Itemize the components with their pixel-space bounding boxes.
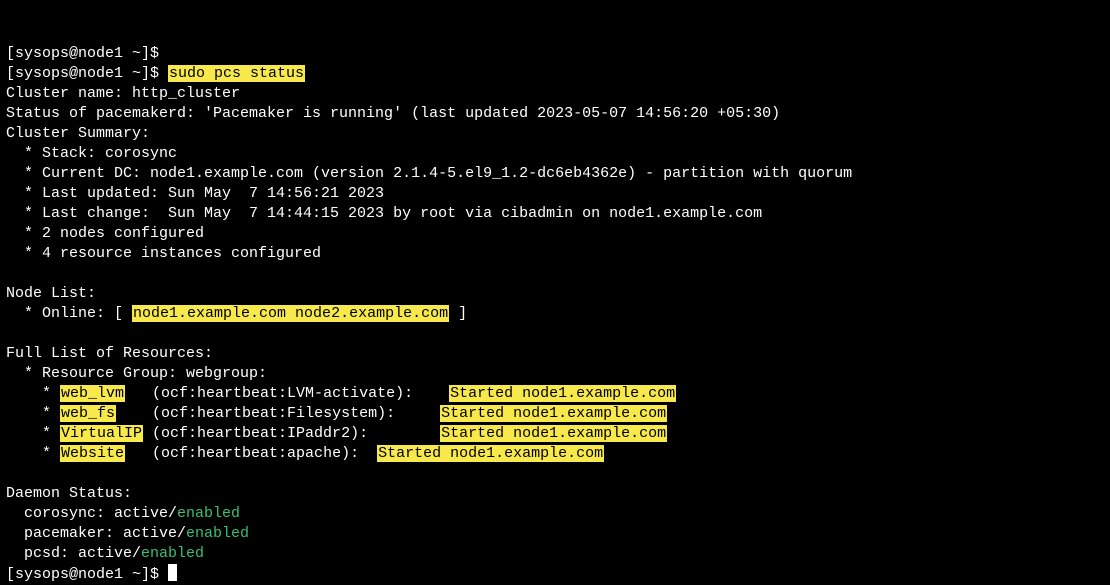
res4-status: Started node1.example.com	[377, 445, 604, 462]
resource-group-line: * Resource Group: webgroup:	[6, 365, 267, 382]
daemon-corosync-status: enabled	[177, 505, 240, 522]
online-prefix: * Online: [	[6, 305, 132, 322]
res4-name: Website	[60, 445, 125, 462]
daemon-pcsd-pre: pcsd: active/	[6, 545, 141, 562]
daemon-status-header: Daemon Status:	[6, 485, 132, 502]
online-suffix: ]	[449, 305, 467, 322]
prompt-line-1: [sysops@node1 ~]$	[6, 45, 159, 62]
res2-name: web_fs	[60, 405, 116, 422]
res2-mid: (ocf:heartbeat:Filesystem):	[116, 405, 440, 422]
prompt-line-2: [sysops@node1 ~]$	[6, 65, 168, 82]
res3-pre: *	[6, 425, 60, 442]
daemon-pacemaker-pre: pacemaker: active/	[6, 525, 186, 542]
nodes-configured-line: * 2 nodes configured	[6, 225, 204, 242]
res1-status: Started node1.example.com	[449, 385, 676, 402]
stack-line: * Stack: corosync	[6, 145, 177, 162]
res1-pre: *	[6, 385, 60, 402]
res2-status: Started node1.example.com	[440, 405, 667, 422]
resources-header: Full List of Resources:	[6, 345, 213, 362]
resources-configured-line: * 4 resource instances configured	[6, 245, 321, 262]
cluster-summary-header: Cluster Summary:	[6, 125, 150, 142]
daemon-pacemaker-status: enabled	[186, 525, 249, 542]
cursor[interactable]	[168, 564, 177, 581]
last-updated-line: * Last updated: Sun May 7 14:56:21 2023	[6, 185, 384, 202]
cluster-name-line: Cluster name: http_cluster	[6, 85, 240, 102]
res1-mid: (ocf:heartbeat:LVM-activate):	[125, 385, 449, 402]
res3-status: Started node1.example.com	[440, 425, 667, 442]
daemon-pcsd-status: enabled	[141, 545, 204, 562]
res1-name: web_lvm	[60, 385, 125, 402]
res3-name: VirtualIP	[60, 425, 143, 442]
last-change-line: * Last change: Sun May 7 14:44:15 2023 b…	[6, 205, 762, 222]
online-nodes: node1.example.com node2.example.com	[132, 305, 449, 322]
res3-mid: (ocf:heartbeat:IPaddr2):	[143, 425, 440, 442]
node-list-header: Node List:	[6, 285, 96, 302]
res4-pre: *	[6, 445, 60, 462]
res2-pre: *	[6, 405, 60, 422]
command-entered: sudo pcs status	[168, 65, 305, 82]
daemon-corosync-pre: corosync: active/	[6, 505, 177, 522]
pacemaker-status-line: Status of pacemakerd: 'Pacemaker is runn…	[6, 105, 780, 122]
current-dc-line: * Current DC: node1.example.com (version…	[6, 165, 852, 182]
prompt-line-3[interactable]: [sysops@node1 ~]$	[6, 566, 168, 583]
res4-mid: (ocf:heartbeat:apache):	[125, 445, 377, 462]
